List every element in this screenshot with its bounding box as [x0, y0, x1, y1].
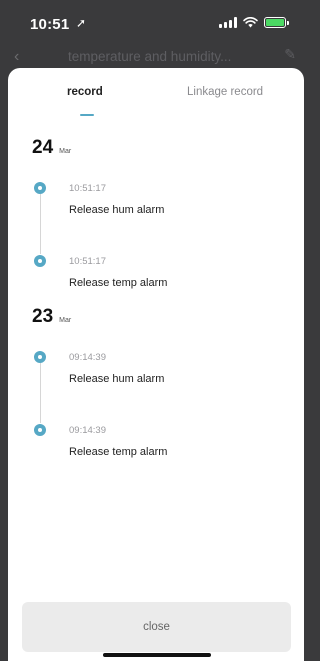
record-sheet: record Linkage record 24 Mar 10:51:17 Re…	[8, 68, 304, 661]
timeline-dot	[34, 424, 46, 436]
date-month: Mar	[59, 148, 72, 155]
tab-bar: record Linkage record	[8, 68, 304, 118]
timeline-connector	[39, 194, 41, 254]
date-day: 23	[32, 306, 54, 327]
background-title: temperature and humidity...	[68, 49, 232, 64]
timeline-connector	[39, 363, 41, 423]
status-icons	[219, 17, 289, 28]
event-text: Release hum alarm	[69, 373, 165, 385]
tab-record[interactable]: record	[67, 86, 103, 98]
status-bar: 10:51 ➚	[0, 0, 304, 48]
date-header: 23 Mar	[32, 306, 71, 328]
event-time: 10:51:17	[69, 256, 106, 267]
back-chevron-icon: ‹	[14, 48, 20, 65]
status-time: 10:51	[30, 16, 70, 33]
event-text: Release temp alarm	[69, 446, 168, 458]
close-button-label: close	[143, 621, 170, 633]
active-tab-indicator	[80, 114, 94, 116]
home-indicator	[103, 653, 211, 657]
date-day: 24	[32, 137, 54, 158]
wifi-icon	[243, 17, 258, 28]
cellular-signal-icon	[219, 17, 237, 28]
event-text: Release hum alarm	[69, 204, 165, 216]
timeline-dot	[34, 255, 46, 267]
tab-linkage-record[interactable]: Linkage record	[187, 86, 263, 98]
event-time: 10:51:17	[69, 183, 106, 194]
location-arrow-icon: ➚	[76, 16, 87, 30]
edit-icon: ✎	[284, 46, 296, 62]
timeline-dot	[34, 182, 46, 194]
date-header: 24 Mar	[32, 137, 71, 159]
event-text: Release temp alarm	[69, 277, 168, 289]
battery-charging-icon	[264, 17, 289, 28]
close-button[interactable]: close	[22, 602, 291, 652]
timeline-dot	[34, 351, 46, 363]
event-time: 09:14:39	[69, 425, 106, 436]
date-month: Mar	[59, 317, 72, 324]
event-time: 09:14:39	[69, 352, 106, 363]
